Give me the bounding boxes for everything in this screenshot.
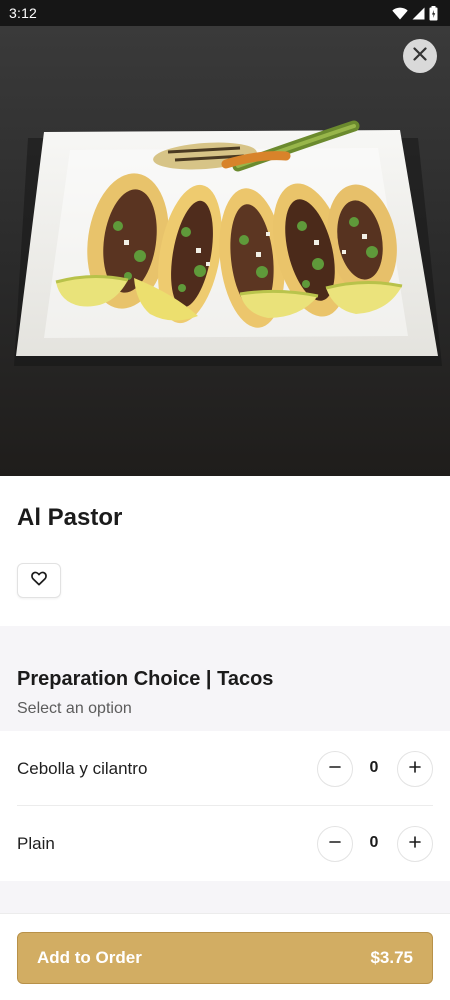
- option-row: Cebolla y cilantro 0: [0, 731, 450, 806]
- close-button[interactable]: [403, 39, 437, 73]
- item-title: Al Pastor: [17, 504, 123, 531]
- add-to-order-button[interactable]: Add to Order $3.75: [17, 932, 433, 984]
- increment-button[interactable]: [397, 826, 433, 862]
- status-time: 3:12: [9, 5, 38, 21]
- option-group-subtitle: Select an option: [17, 700, 132, 717]
- status-bar: 3:12: [0, 0, 450, 26]
- favorite-button[interactable]: [17, 563, 61, 598]
- order-price: $3.75: [370, 948, 413, 967]
- option-quantity: 0: [369, 759, 379, 776]
- option-row: Plain 0: [0, 806, 450, 881]
- option-quantity: 0: [369, 834, 379, 851]
- minus-icon: [329, 760, 341, 778]
- hero-image: [0, 26, 450, 476]
- option-label: Plain: [17, 834, 55, 853]
- item-header: Al Pastor: [0, 476, 450, 626]
- option-group-title: Preparation Choice | Tacos: [17, 668, 274, 690]
- wifi-icon: [392, 7, 408, 20]
- order-footer: Add to Order $3.75: [0, 913, 450, 1000]
- increment-button[interactable]: [397, 751, 433, 787]
- status-icons: [392, 5, 438, 21]
- add-to-order-label: Add to Order: [37, 948, 142, 967]
- item-detail-screen: 3:12 Al Pastor Preparation Choice | Taco…: [0, 0, 450, 1000]
- close-icon: [413, 46, 427, 66]
- signal-icon: [412, 7, 425, 20]
- option-group-header: Preparation Choice | Tacos Select an opt…: [0, 626, 450, 731]
- plus-icon: [409, 760, 421, 778]
- decrement-button[interactable]: [317, 751, 353, 787]
- heart-icon: [31, 571, 47, 591]
- battery-icon: [429, 5, 438, 21]
- tacos-photo: [0, 26, 450, 476]
- section-spacer: [0, 881, 450, 913]
- plus-icon: [409, 835, 421, 853]
- minus-icon: [329, 835, 341, 853]
- decrement-button[interactable]: [317, 826, 353, 862]
- option-label: Cebolla y cilantro: [17, 759, 148, 778]
